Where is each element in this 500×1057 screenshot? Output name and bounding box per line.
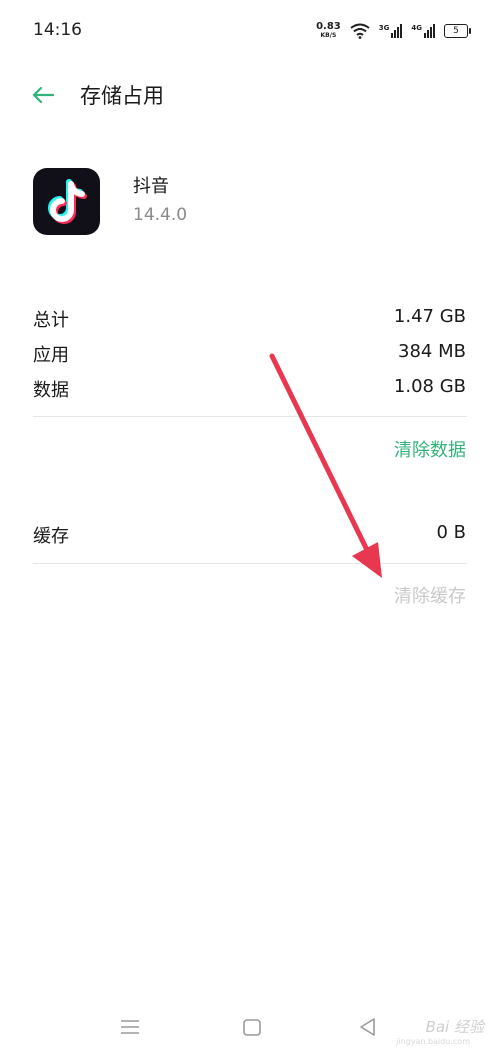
divider: [33, 416, 467, 417]
signal-sim2-tag: 4G: [411, 24, 422, 32]
nav-back-button[interactable]: [356, 1010, 380, 1044]
app-name: 抖音: [133, 176, 169, 197]
app-icon: [33, 168, 100, 235]
clear-data-button[interactable]: 清除数据: [394, 436, 466, 462]
page-title: 存储占用: [80, 84, 164, 108]
signal-sim1-tag: 3G: [378, 24, 390, 32]
back-icon: [360, 1018, 375, 1036]
signal-sim2-icon: 4G: [411, 24, 435, 38]
clear-cache-button[interactable]: 清除缓存: [394, 582, 466, 608]
battery-icon: 5: [444, 24, 471, 38]
wifi-icon: [350, 23, 370, 39]
signal-sim1-icon: 3G: [379, 24, 403, 38]
nav-home-button[interactable]: [240, 1010, 264, 1044]
data-size-value: 1.08 GB: [393, 376, 466, 397]
nav-menu-button[interactable]: [118, 1010, 142, 1044]
home-icon: [243, 1019, 261, 1036]
watermark-url: jingyan.baidu.com: [396, 1037, 470, 1046]
app-version: 14.4.0: [133, 205, 188, 225]
back-button[interactable]: [28, 80, 58, 110]
divider: [33, 563, 467, 564]
total-value: 1.47 GB: [393, 306, 466, 327]
cache-value: 0 B: [436, 522, 466, 543]
data-size-label: 数据: [33, 380, 69, 401]
watermark: Bai 经验: [425, 1018, 484, 1036]
status-icons: 0.83 KB/S 3G 4G 5: [316, 20, 471, 42]
app-size-label: 应用: [33, 345, 69, 366]
network-speed: 0.83 KB/S: [316, 22, 341, 40]
status-time: 14:16: [33, 20, 82, 40]
menu-icon: [121, 1020, 139, 1034]
annotation-arrow-icon: [269, 353, 382, 578]
total-label: 总计: [33, 310, 69, 331]
network-speed-value: 0.83: [316, 21, 341, 32]
cache-label: 缓存: [33, 526, 69, 547]
tiktok-logo-icon: [48, 179, 87, 224]
app-size-value: 384 MB: [398, 341, 466, 362]
network-speed-unit: KB/S: [320, 32, 337, 39]
arrow-left-icon: [32, 86, 55, 104]
